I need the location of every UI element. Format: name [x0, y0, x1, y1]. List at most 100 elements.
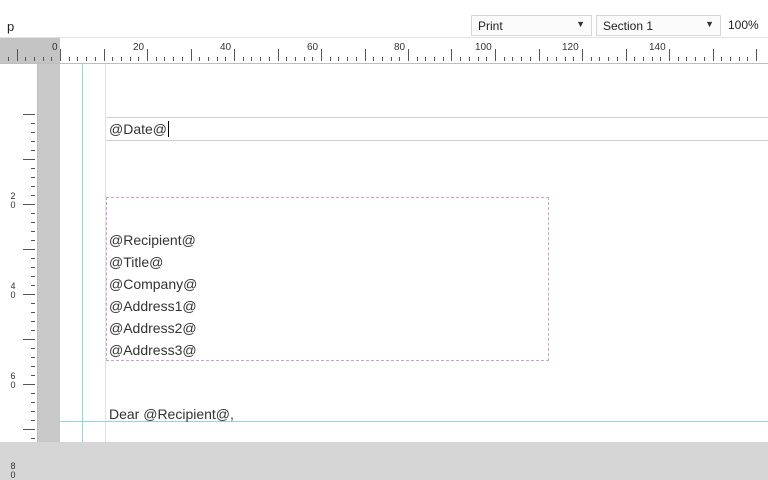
ruler-tick: [582, 49, 583, 61]
ruler-tick: [730, 57, 731, 61]
ruler-tick: [51, 57, 52, 61]
ruler-tick: [626, 49, 627, 61]
section-dropdown[interactable]: Section 1 ▼: [596, 15, 721, 36]
ruler-tick: [451, 49, 452, 61]
ruler-tick: [460, 57, 461, 61]
date-field-top-line: [106, 117, 768, 118]
address-line-recipient[interactable]: @Recipient@: [109, 232, 196, 248]
ruler-tick: [31, 366, 35, 367]
page-margin-gutter: [38, 64, 60, 442]
ruler-tick: [164, 57, 165, 61]
ruler-tick: [260, 57, 261, 61]
ruler-tick: [69, 57, 70, 61]
ruler-tick: [23, 294, 35, 295]
ruler-tick: [365, 49, 366, 61]
ruler-tick: [443, 57, 444, 61]
ruler-tick: [23, 249, 35, 250]
address-line-title[interactable]: @Title@: [109, 254, 163, 270]
view-mode-value: Print: [478, 19, 503, 33]
ruler-label: 0: [10, 470, 16, 480]
ruler-tick: [739, 57, 740, 61]
ruler-tick: [60, 49, 61, 61]
ruler-label: 0: [10, 200, 16, 210]
ruler-tick: [199, 57, 200, 61]
ruler-tick: [31, 402, 35, 403]
ruler-tick: [634, 57, 635, 61]
document-page[interactable]: @Date@ @Recipient@ @Title@ @Company@ @Ad…: [60, 64, 768, 442]
ruler-tick: [31, 132, 35, 133]
address-line-company[interactable]: @Company@: [109, 276, 197, 292]
ruler-tick: [391, 57, 392, 61]
view-mode-dropdown[interactable]: Print ▼: [471, 15, 592, 36]
address-line-address1[interactable]: @Address1@: [109, 298, 197, 314]
ruler-tick: [347, 57, 348, 61]
ruler-tick: [321, 49, 322, 61]
ruler-tick: [31, 231, 35, 232]
ruler-tick: [530, 57, 531, 61]
ruler-tick: [678, 57, 679, 61]
ruler-tick: [112, 57, 113, 61]
ruler-tick: [182, 57, 183, 61]
ruler-tick: [77, 57, 78, 61]
dropdown-arrow-icon: ▼: [705, 19, 714, 29]
horizontal-ruler[interactable]: 0 20 40 60 80 100 120 140: [0, 38, 768, 64]
ruler-tick: [23, 114, 35, 115]
vertical-ruler[interactable]: 20406080: [0, 64, 38, 480]
ruler-tick: [31, 240, 35, 241]
ruler-tick: [31, 141, 35, 142]
ruler-tick: [330, 57, 331, 61]
ruler-tick: [556, 57, 557, 61]
ruler-tick: [173, 57, 174, 61]
ruler-tick: [660, 57, 661, 61]
ruler-tick: [23, 339, 35, 340]
ruler-tick: [95, 57, 96, 61]
ruler-tick: [130, 57, 131, 61]
date-field[interactable]: @Date@: [109, 121, 169, 137]
ruler-tick: [704, 57, 705, 61]
ruler-tick: [747, 57, 748, 61]
ruler-tick: [278, 49, 279, 61]
ruler-label: 0: [10, 380, 16, 390]
ruler-tick: [31, 303, 35, 304]
address-line-address3[interactable]: @Address3@: [109, 342, 197, 358]
ruler-tick: [31, 321, 35, 322]
ruler-tick: [504, 57, 505, 61]
toolbar: p Print ▼ Section 1 ▼ 100%: [0, 0, 768, 38]
ruler-tick: [31, 195, 35, 196]
dropdown-arrow-icon: ▼: [576, 19, 585, 29]
ruler-tick: [31, 420, 35, 421]
section-value: Section 1: [603, 19, 654, 33]
ruler-tick: [23, 204, 35, 205]
ruler-tick: [31, 393, 35, 394]
ruler-label: 0: [52, 42, 58, 53]
ruler-tick: [191, 49, 192, 61]
ruler-tick: [286, 57, 287, 61]
salutation-line[interactable]: Dear @Recipient@,: [109, 406, 234, 422]
ruler-tick: [486, 57, 487, 61]
ruler-tick: [573, 57, 574, 61]
address-line-address2[interactable]: @Address2@: [109, 320, 197, 336]
ruler-label: 120: [562, 42, 579, 53]
date-field-text: @Date@: [109, 121, 167, 137]
ruler-tick: [31, 330, 35, 331]
ruler-tick: [31, 312, 35, 313]
ruler-tick: [652, 57, 653, 61]
ruler-tick: [356, 57, 357, 61]
ruler-label: 100: [475, 42, 492, 53]
ruler-tick: [17, 49, 18, 61]
ruler-tick: [304, 57, 305, 61]
ruler-tick: [23, 429, 35, 430]
ruler-tick: [225, 57, 226, 61]
ruler-tick: [234, 49, 235, 61]
ruler-tick: [495, 49, 496, 61]
ruler-tick: [31, 348, 35, 349]
ruler-tick: [31, 150, 35, 151]
ruler-tick: [608, 57, 609, 61]
ruler-tick: [43, 57, 44, 61]
ruler-tick: [31, 186, 35, 187]
ruler-tick: [251, 57, 252, 61]
toolbar-label: p: [7, 19, 15, 34]
zoom-level[interactable]: 100%: [728, 18, 759, 32]
ruler-tick: [417, 57, 418, 61]
ruler-tick: [565, 57, 566, 61]
